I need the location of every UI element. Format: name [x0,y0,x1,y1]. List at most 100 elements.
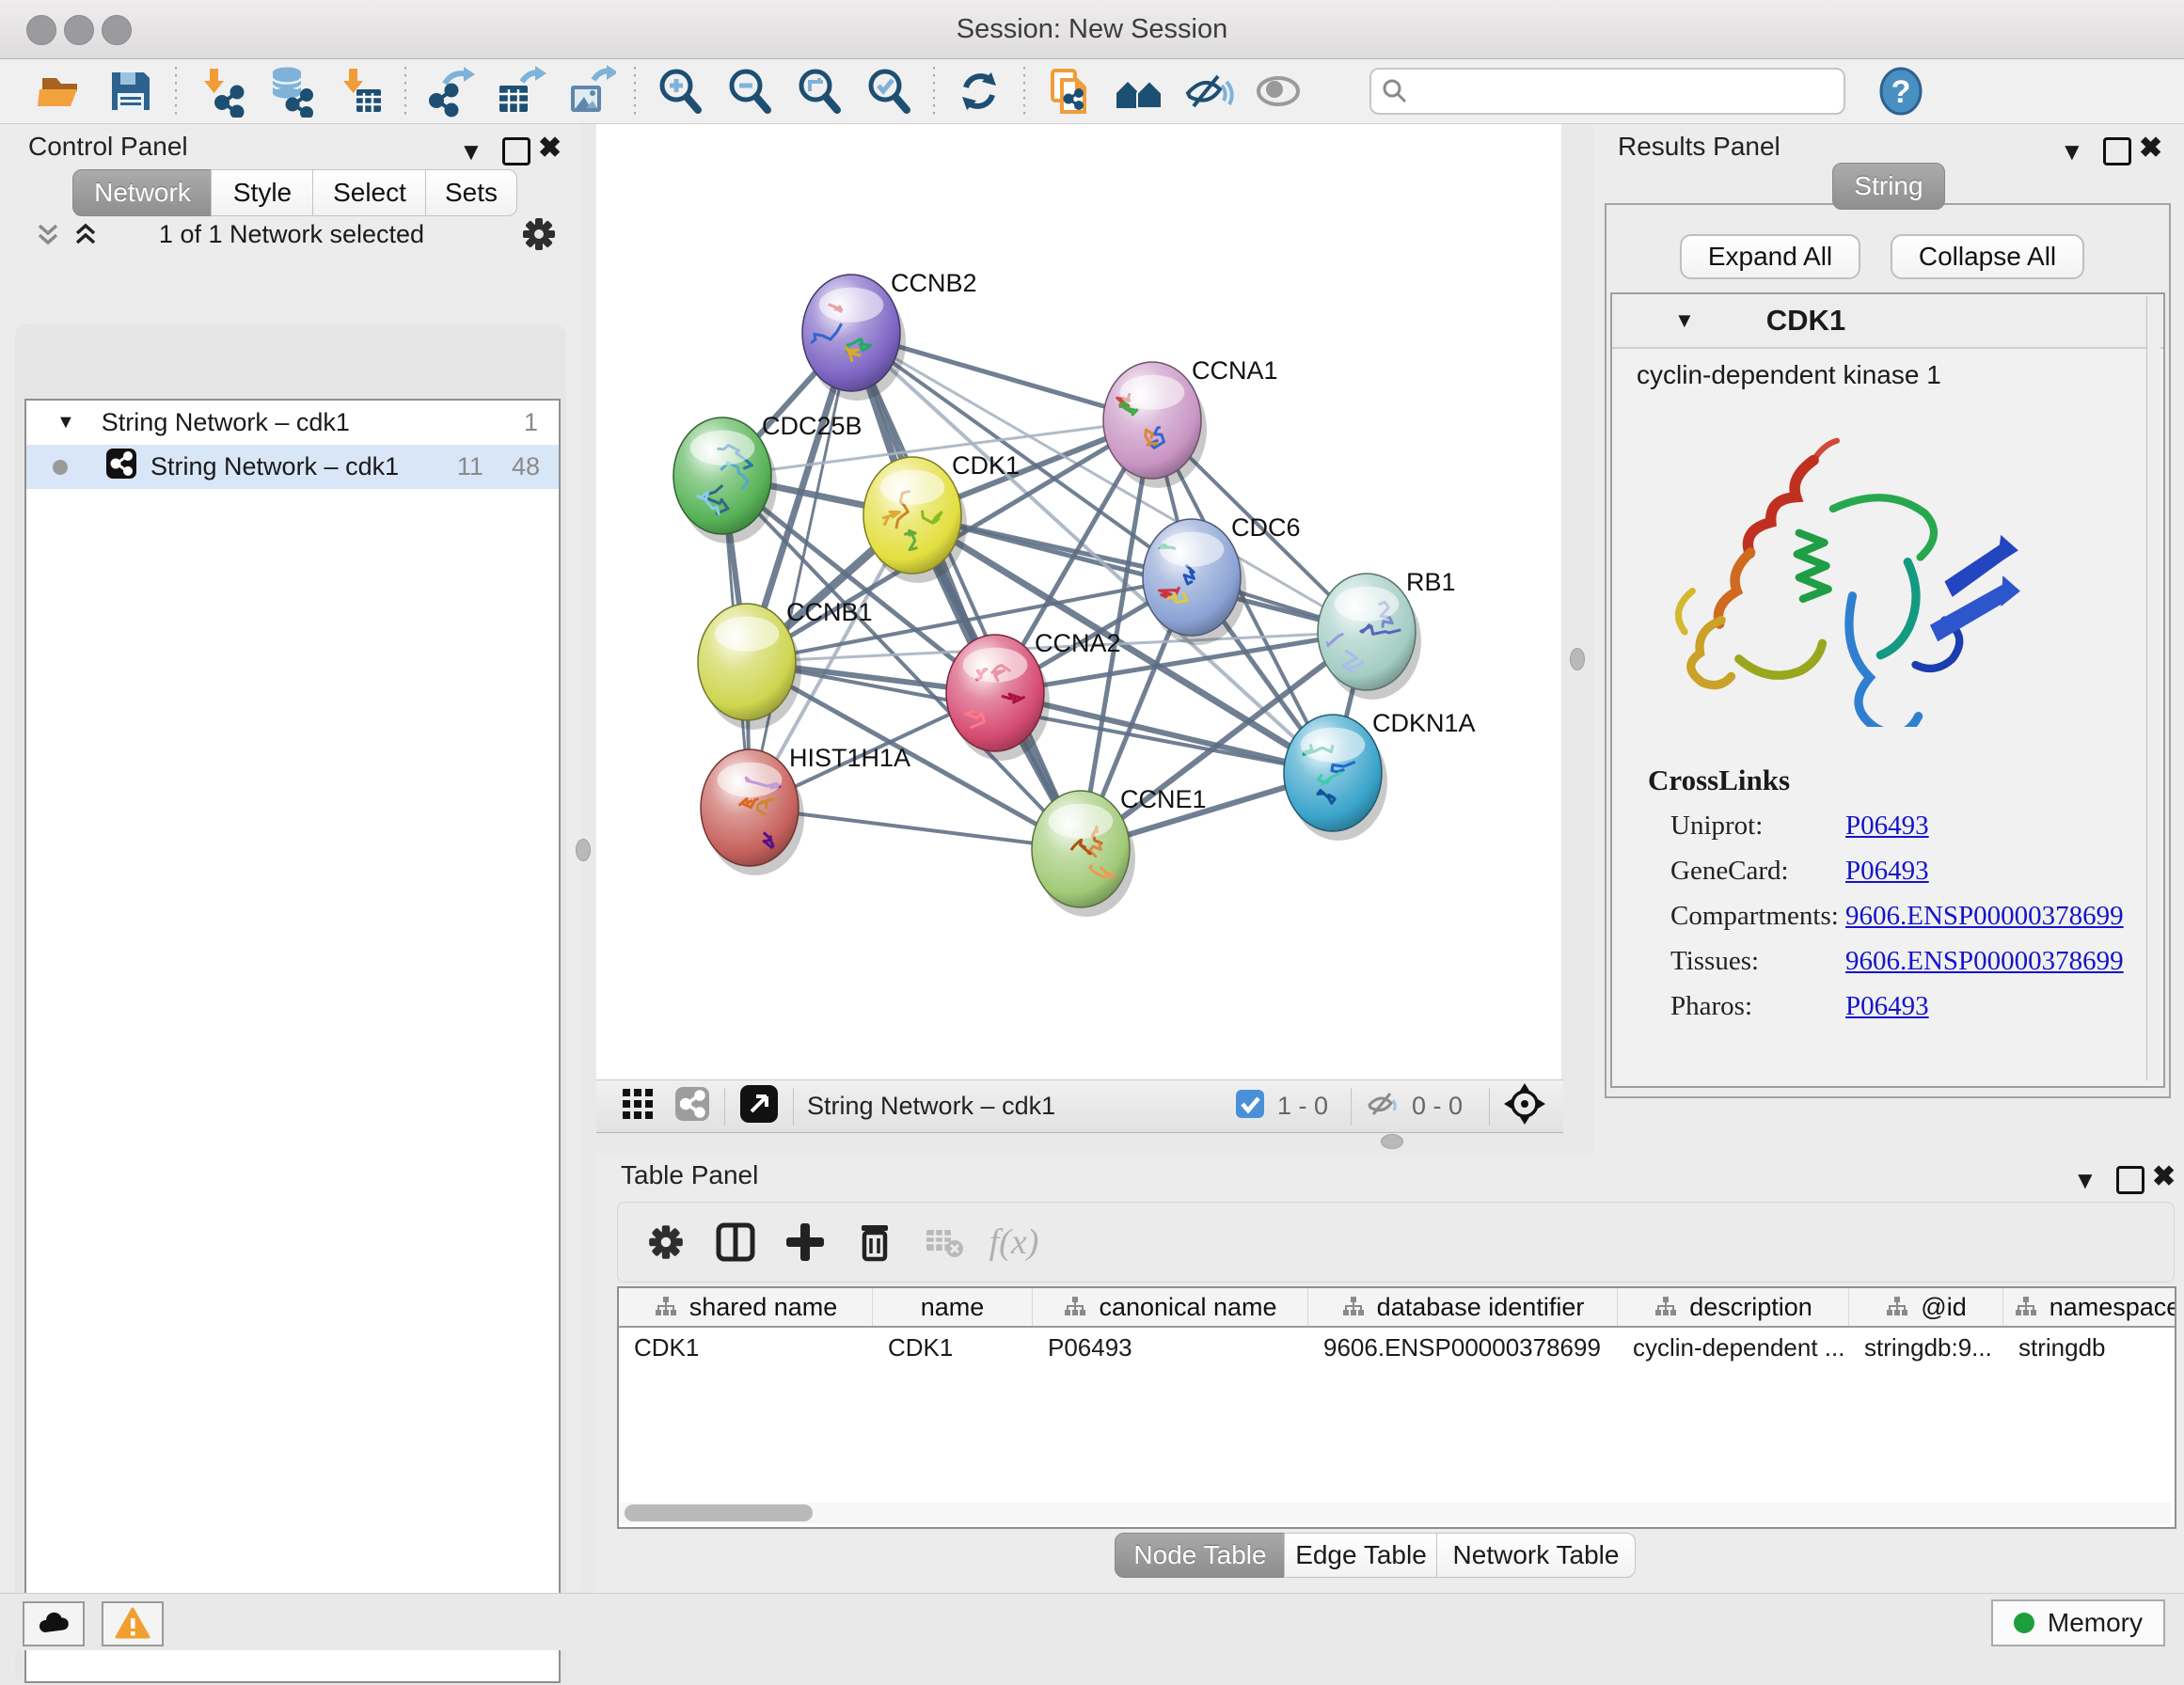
tab-network[interactable]: Network [72,169,213,216]
results-panel-float-icon[interactable] [2103,137,2131,165]
table-cell[interactable]: 9606.ENSP00000378699 [1308,1328,1618,1367]
table-row[interactable]: CDK1CDK1P064939606.ENSP00000378699cyclin… [619,1328,2175,1367]
cloud-status-button[interactable] [23,1601,85,1646]
tab-edge-table[interactable]: Edge Table [1284,1533,1438,1578]
crosslink-pharos[interactable]: P06493 [1845,991,2163,1022]
open-session-button[interactable] [32,64,90,118]
tab-select[interactable]: Select [312,169,427,216]
table-cell[interactable]: stringdb [2003,1328,2176,1367]
column-header--id[interactable]: @id [1849,1288,2003,1326]
column-header-shared-name[interactable]: shared name [619,1288,873,1326]
export-image-button[interactable] [561,64,619,118]
tab-node-table[interactable]: Node Table [1115,1533,1286,1578]
help-button[interactable]: ? [1872,64,1930,118]
export-network-button[interactable] [421,64,480,118]
crosslink-genecard[interactable]: P06493 [1845,856,2163,887]
network-collection-row[interactable]: ▼ String Network – cdk1 1 [26,401,559,445]
tab-network-table[interactable]: Network Table [1436,1533,1636,1578]
collapse-all-button[interactable]: Collapse All [1891,234,2084,279]
expand-all-networks-icon[interactable] [70,218,102,255]
network-graph[interactable]: CCNB2CCNA1CDC25BCDK1CDC6RB1CCNB1CCNA2CDK… [596,124,1561,1079]
results-panel-close-icon[interactable]: ✖ [2139,132,2162,165]
column-header-database-identifier[interactable]: database identifier [1308,1288,1618,1326]
tab-string[interactable]: String [1832,163,1945,210]
results-panel-menu-icon[interactable]: ▼ [2060,137,2084,166]
open-in-window-icon[interactable] [738,1083,780,1129]
tab-style[interactable]: Style [211,169,314,216]
table-cell[interactable]: CDK1 [619,1328,873,1367]
warning-status-button[interactable] [102,1601,164,1646]
hidden-eye-slash-icon[interactable] [1365,1085,1402,1127]
collection-expand-triangle-icon[interactable]: ▼ [56,412,75,433]
control-panel-float-icon[interactable] [502,137,530,165]
zoom-selected-button[interactable] [860,64,918,118]
bottom-splitter-handle[interactable] [1381,1134,1403,1149]
table-panel-close-icon[interactable]: ✖ [2152,1160,2176,1193]
network-node[interactable]: HIST1H1A [701,744,910,875]
network-node[interactable]: CCNB2 [802,269,977,401]
table-panel-menu-icon[interactable]: ▼ [2073,1166,2097,1195]
table-panel-float-icon[interactable] [2116,1166,2144,1194]
selected-checkbox-icon[interactable] [1234,1088,1266,1125]
delete-column-icon[interactable] [840,1209,910,1275]
memory-button[interactable]: Memory [1991,1599,2165,1646]
search-input[interactable] [1409,76,1817,107]
table-hscrollbar-track[interactable] [619,1503,2171,1523]
zoom-fit-button[interactable] [790,64,848,118]
table-cell[interactable]: cyclin-dependent ... [1618,1328,1849,1367]
collapse-all-networks-icon[interactable] [32,218,64,255]
control-panel-close-icon[interactable]: ✖ [538,132,562,165]
column-header-namespace[interactable]: namespace [2003,1288,2176,1326]
import-table-button[interactable] [331,64,389,118]
table-hscrollbar-thumb[interactable] [625,1504,813,1521]
network-node[interactable]: CDKN1A [1284,709,1476,841]
network-node[interactable]: RB1 [1314,568,1455,700]
add-column-icon[interactable] [770,1209,840,1275]
crosslink-tissues[interactable]: 9606.ENSP00000378699 [1845,946,2163,977]
import-network-file-button[interactable] [192,64,250,118]
refresh-button[interactable] [950,64,1008,118]
results-scrollbar[interactable] [2146,296,2160,1080]
network-canvas[interactable]: CCNB2CCNA1CDC25BCDK1CDC6RB1CCNB1CCNA2CDK… [596,124,1561,1079]
network-node[interactable]: CCNB1 [698,598,873,730]
network-share-icon[interactable] [673,1085,711,1127]
column-header-canonical-name[interactable]: canonical name [1033,1288,1308,1326]
expand-all-button[interactable]: Expand All [1680,234,1860,279]
import-network-database-button[interactable] [261,64,320,118]
pan-crosshair-icon[interactable] [1503,1082,1546,1130]
right-splitter-handle[interactable] [1570,648,1585,670]
table-cell[interactable]: P06493 [1033,1328,1308,1367]
zoom-in-button[interactable] [651,64,709,118]
column-header-name[interactable]: name [873,1288,1033,1326]
table-cell[interactable]: CDK1 [873,1328,1033,1367]
zoom-out-button[interactable] [720,64,779,118]
network-node[interactable]: CCNA1 [1103,356,1278,488]
table-settings-gear-icon[interactable] [631,1209,701,1275]
show-eye-button[interactable] [1249,64,1307,118]
control-panel-title: Control Panel [28,132,188,162]
network-node-count: 11 [457,452,483,481]
network-node[interactable]: CCNE1 [1032,785,1207,917]
export-table-button[interactable] [491,64,549,118]
tab-sets[interactable]: Sets [425,169,517,216]
save-session-button[interactable] [102,64,160,118]
copy-network-button[interactable] [1040,64,1099,118]
eye-icon [1252,65,1305,118]
gene-header-row[interactable]: ▼ CDK1 [1612,294,2163,349]
show-columns-icon[interactable] [701,1209,770,1275]
strip-separator [793,1088,794,1126]
network-edge[interactable] [750,333,851,808]
crosslink-uniprot[interactable]: P06493 [1845,811,2163,842]
gene-collapse-triangle-icon[interactable]: ▼ [1674,308,1695,333]
left-splitter-handle[interactable] [576,839,591,861]
toggle-graphics-details-button[interactable] [1179,64,1238,118]
table-cell[interactable]: stringdb:9... [1849,1328,2003,1367]
column-header-description[interactable]: description [1618,1288,1849,1326]
control-panel-menu-icon[interactable]: ▼ [459,137,483,166]
birdseye-grid-icon[interactable] [619,1085,657,1127]
crosslink-compartments[interactable]: 9606.ENSP00000378699 [1845,901,2163,932]
network-row-selected[interactable]: String Network – cdk1 11 48 [26,445,559,489]
column-label: canonical name [1099,1293,1276,1322]
network-options-gear-icon[interactable] [519,214,559,259]
home-button[interactable] [1110,64,1168,118]
